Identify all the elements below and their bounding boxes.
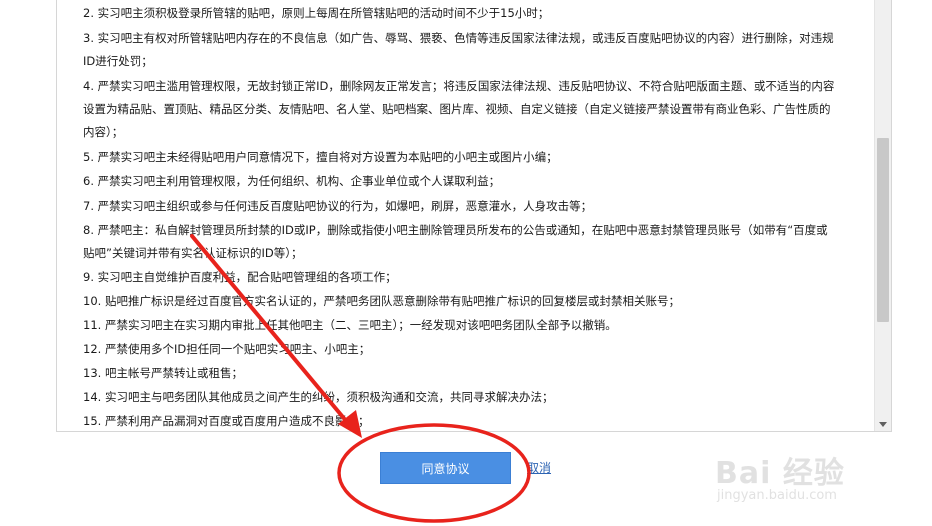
term-line: 贴吧”关键词并带有实名认证标识的ID等）； (83, 246, 303, 260)
scrollbar-thumb[interactable] (877, 138, 889, 322)
term-line: 5. 严禁实习吧主未经得贴吧用户同意情况下，擅自将对方设置为本贴吧的小吧主或图片… (83, 150, 558, 164)
agreement-terms-list[interactable]: 2. 实习吧主须积极登录所管辖的贴吧，原则上每周在所管辖贴吧的活动时间不少于15… (57, 0, 875, 431)
watermark-url: jingyan.baidu.com (717, 488, 837, 503)
term-line: 7. 严禁实习吧主组织或参与任何违反百度贴吧协议的行为，如爆吧，刷屏，恶意灌水，… (83, 199, 593, 213)
term-line: 3. 实习吧主有权对所管辖贴吧内存在的不良信息（如广告、辱骂、猥亵、色情等违反国… (83, 31, 834, 45)
term-line: 13. 吧主帐号严禁转让或租售； (83, 366, 243, 380)
term-line: 15. 严禁利用产品漏洞对百度或百度用户造成不良影响； (83, 414, 370, 428)
baidu-jingyan-watermark: Bai 经验 jingyan.baidu.com (705, 448, 915, 518)
cancel-link[interactable]: 取消 (527, 459, 551, 476)
term-line: 设置为精品贴、置顶贴、精品区分类、友情贴吧、名人堂、贴吧档案、图片库、视频、自定… (83, 102, 831, 116)
term-line: 9. 实习吧主自觉维护百度利益，配合贴吧管理组的各项工作； (83, 270, 397, 284)
term-line: 10. 贴吧推广标识是经过百度官方实名认证的，严禁吧务团队恶意删除带有贴吧推广标… (83, 294, 680, 308)
term-line: 4. 严禁实习吧主滥用管理权限，无故封锁正常ID，删除网友正常发言；将违反国家法… (83, 79, 835, 93)
term-line: ID进行处罚； (83, 54, 153, 68)
term-line: 2. 实习吧主须积极登录所管辖的贴吧，原则上每周在所管辖贴吧的活动时间不少于15… (83, 6, 550, 20)
agree-button[interactable]: 同意协议 (380, 452, 511, 484)
scroll-down-arrow-icon[interactable] (879, 422, 887, 427)
term-line: 6. 严禁实习吧主利用管理权限，为任何组织、机构、企事业单位或个人谋取利益； (83, 174, 501, 188)
term-line: 14. 实习吧主与吧务团队其他成员之间产生的纠纷，须积极沟通和交流，共同寻求解决… (83, 390, 554, 404)
term-line: 11. 严禁实习吧主在实习期内审批上任其他吧主（二、三吧主）；一经发现对该吧吧务… (83, 318, 617, 332)
watermark-logo: Bai 经验 (715, 456, 845, 491)
agreement-panel: 2. 实习吧主须积极登录所管辖的贴吧，原则上每周在所管辖贴吧的活动时间不少于15… (56, 0, 892, 432)
term-line: 8. 严禁吧主：私自解封管理员所封禁的ID或IP，删除或指使小吧主删除管理员所发… (83, 223, 828, 237)
vertical-scrollbar[interactable] (874, 0, 891, 431)
term-line: 内容）； (83, 125, 124, 139)
term-line: 12. 严禁使用多个ID担任同一个贴吧实习吧主、小吧主； (83, 342, 371, 356)
